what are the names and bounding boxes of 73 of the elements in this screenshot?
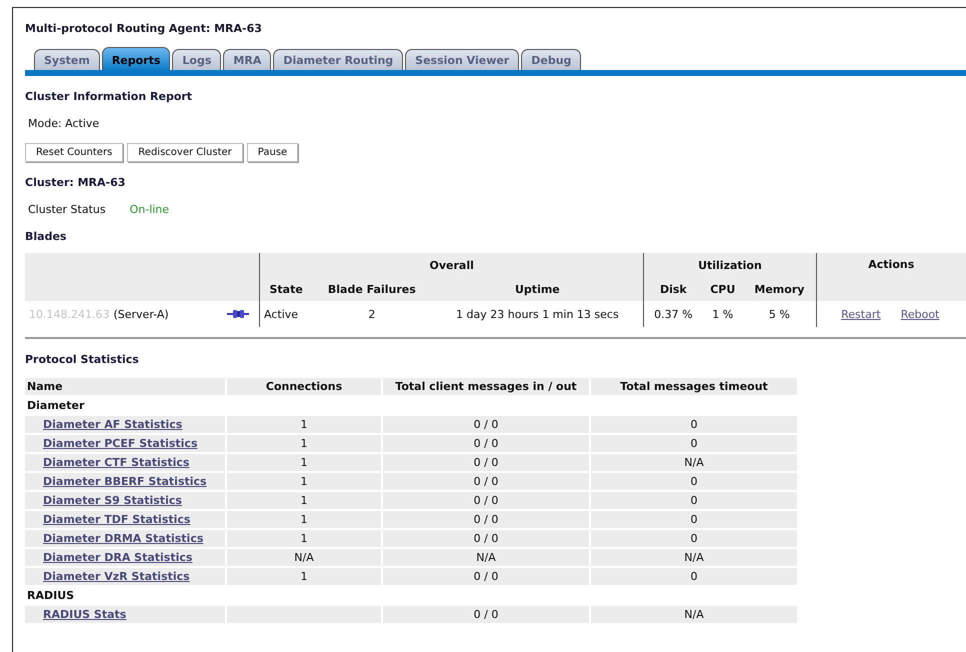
header-cell: Total messages timeout [591, 378, 797, 395]
table-cell: 0 [591, 568, 797, 585]
table-cell: 0 / 0 [383, 606, 589, 623]
tab[interactable]: Diameter Routing [273, 49, 404, 70]
section-heading: Blades [25, 230, 68, 243]
header-cell: Memory [743, 277, 816, 301]
header-cell: Actions [816, 253, 966, 301]
table-cell: 0 / 0 [383, 435, 589, 452]
table-cell: 2 [312, 301, 432, 327]
table-cell: 0 / 0 [383, 454, 589, 471]
header-cell: Blade Failures [312, 277, 432, 301]
table-cell: N/A [383, 549, 589, 566]
table-cell: N/A [591, 606, 797, 623]
action-button[interactable]: Reset Counters [25, 143, 124, 162]
table-cell: 0 [591, 492, 797, 509]
table-cell: 1 [227, 416, 381, 433]
table-cell: N/A [591, 549, 797, 566]
table-cell: N/A [591, 454, 797, 471]
tab[interactable]: Debug [521, 49, 582, 70]
server-name: (Server-A) [113, 308, 169, 320]
header-cell: State [260, 277, 312, 301]
table-cell: 0 [591, 511, 797, 528]
section-heading: Protocol Statistics [25, 353, 140, 366]
header-cell: Overall [260, 253, 644, 277]
section-heading: Cluster: MRA-63 [25, 176, 126, 189]
table-cell: 0 / 0 [383, 530, 589, 547]
header-cell: CPU [702, 277, 744, 301]
header-cell: Name [25, 378, 225, 395]
action-button[interactable]: Rediscover Cluster [127, 143, 243, 162]
action-link[interactable]: Restart [841, 308, 881, 320]
status-label: Cluster Status [28, 203, 106, 216]
table-cell: 0 [591, 473, 797, 490]
table-cell: 0 [591, 435, 797, 452]
tab[interactable]: Session Viewer [405, 49, 520, 70]
tab[interactable]: Logs [172, 49, 222, 70]
table-cell: 0 / 0 [383, 492, 589, 509]
tab[interactable]: Reports [102, 47, 170, 70]
address-text: 10.148.241.63 [29, 308, 110, 320]
table-cell: 0 / 0 [383, 473, 589, 490]
section-heading: Cluster Information Report [25, 90, 194, 103]
tab[interactable]: System [34, 49, 100, 70]
table-cell: 1 [227, 511, 381, 528]
group-label: RADIUS [27, 589, 74, 602]
header-cell: Utilization [644, 253, 816, 277]
table-cell: 0 / 0 [383, 511, 589, 528]
table-cell: 5 % [743, 301, 816, 327]
table-cell: 1 [227, 473, 381, 490]
table-cell: Active [260, 301, 312, 327]
table-cell: N/A [227, 549, 381, 566]
header-cell: Disk [644, 277, 702, 301]
table-cell: 0 / 0 [383, 416, 589, 433]
status-value: On-line [130, 203, 170, 216]
action-link[interactable]: Reboot [900, 308, 940, 320]
table-cell: 0.37 % [644, 301, 702, 327]
mode-text: Mode: Active [28, 117, 100, 130]
table-cell: 1 [227, 568, 381, 585]
header-cell: Total client messages in / out [383, 378, 589, 395]
tab[interactable]: MRA [223, 49, 272, 70]
header-cell: Uptime [431, 277, 644, 301]
table-cell: 1 day 23 hours 1 min 13 secs [431, 301, 644, 327]
page-title: Multi-protocol Routing Agent: MRA-63 [24, 21, 263, 35]
table-cell: 0 [591, 530, 797, 547]
table-cell: 0 / 0 [383, 568, 589, 585]
table-cell: 1 [227, 435, 381, 452]
action-button[interactable]: Pause [246, 143, 298, 162]
group-label: Diameter [27, 399, 84, 412]
table-cell: 1 [227, 454, 381, 471]
table-cell: 1 [227, 492, 381, 509]
table-cell: 0 [591, 416, 797, 433]
table-cell: 1 [227, 530, 381, 547]
plug-icon [227, 309, 249, 319]
header-cell: Connections [227, 378, 381, 395]
table-cell: 1 % [702, 301, 744, 327]
